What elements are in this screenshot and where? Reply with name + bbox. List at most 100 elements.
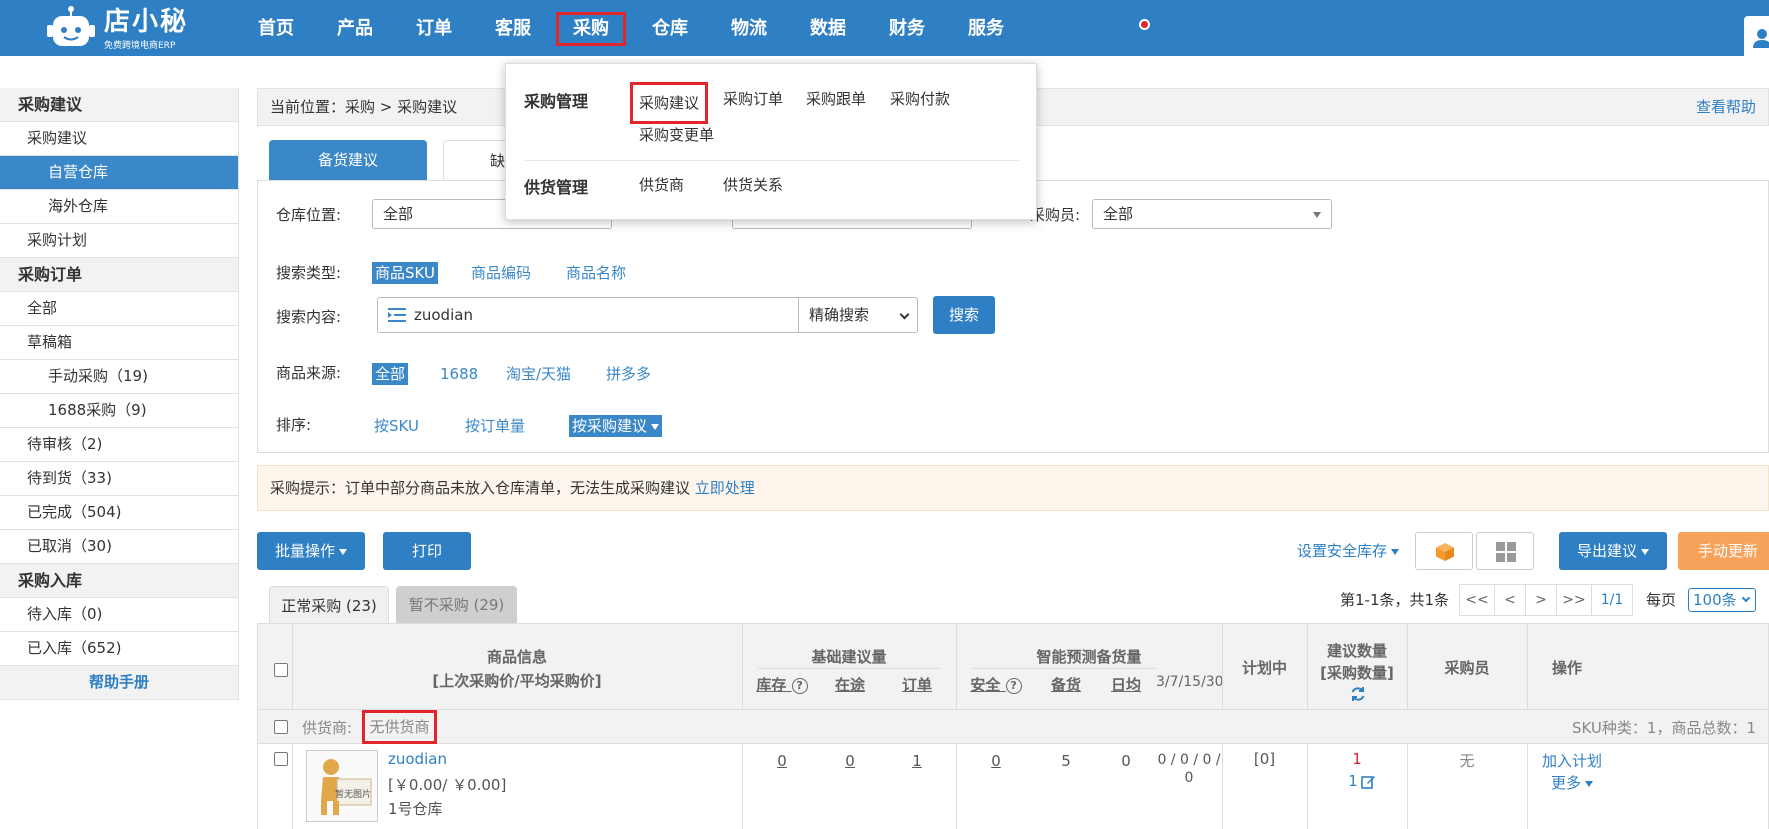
- per-page-label: 每页: [1646, 591, 1677, 609]
- export-suggestion-button[interactable]: 导出建议: [1559, 532, 1667, 570]
- sidebar-item-drafts[interactable]: 草稿箱: [0, 326, 239, 360]
- box-icon: [1436, 543, 1454, 561]
- nav-logistics[interactable]: 物流: [727, 12, 771, 46]
- help-manual-link[interactable]: 帮助手册: [0, 666, 239, 700]
- more-actions-link[interactable]: 更多: [1527, 772, 1617, 793]
- sort-by-sku[interactable]: 按SKU: [374, 415, 419, 437]
- first-page-button[interactable]: <<: [1459, 584, 1495, 616]
- product-name-link[interactable]: zuodian: [388, 750, 447, 768]
- sidebar-item-manual-purchase[interactable]: 手动采购（19): [0, 360, 239, 394]
- source-pinduoduo[interactable]: 拼多多: [606, 363, 651, 385]
- dropdown-link-purchase-payment[interactable]: 采购付款: [890, 88, 950, 109]
- source-1688[interactable]: 1688: [440, 363, 478, 385]
- nav-product[interactable]: 产品: [333, 12, 377, 46]
- caret-down-icon: [651, 423, 660, 430]
- sidebar-item-awaiting-arrival[interactable]: 待到货（33): [0, 462, 239, 496]
- warehouse-label: 仓库位置:: [276, 206, 342, 224]
- search-input[interactable]: zuodian 精确搜索: [377, 297, 918, 333]
- sort-by-order-qty[interactable]: 按订单量: [465, 415, 525, 437]
- prev-page-button[interactable]: <: [1494, 584, 1526, 616]
- chevron-down-icon: [1741, 593, 1751, 603]
- batch-action-button[interactable]: 批量操作: [257, 532, 365, 570]
- cell-stock[interactable]: 0: [742, 752, 822, 770]
- product-thumbnail[interactable]: 暂无图片: [306, 750, 378, 822]
- cell-planning: [0]: [1253, 750, 1276, 768]
- sidebar-item-inbound-done[interactable]: 已入库（652): [0, 632, 239, 666]
- add-to-plan-link[interactable]: 加入计划: [1527, 750, 1617, 771]
- manual-update-button[interactable]: 手动更新: [1678, 532, 1769, 570]
- nav-order[interactable]: 订单: [412, 12, 456, 46]
- header-safety: 安全 ?: [956, 674, 1036, 695]
- caret-down-icon: [1585, 780, 1593, 787]
- dropdown-link-supplier[interactable]: 供货商: [639, 174, 684, 195]
- sidebar-item-1688-purchase[interactable]: 1688采购（9): [0, 394, 239, 428]
- search-mode-value: 精确搜索: [809, 306, 870, 324]
- last-page-button[interactable]: >>: [1556, 584, 1592, 616]
- sidebar-item-overseas-warehouse[interactable]: 海外仓库: [0, 190, 239, 224]
- tab-paused-purchase[interactable]: 暂不采购 (29): [396, 586, 517, 624]
- cell-safety[interactable]: 0: [956, 752, 1036, 770]
- search-type-sku[interactable]: 商品SKU: [372, 262, 438, 284]
- logo[interactable]: 店小秘 免费跨境电商ERP: [46, 2, 186, 52]
- next-page-button[interactable]: >: [1525, 584, 1557, 616]
- cell-periods-line2: 0: [1184, 770, 1194, 786]
- supplier-group-row: 供货商: 无供货商 SKU种类：1，商品总数：1: [257, 710, 1769, 744]
- view-help-link[interactable]: 查看帮助: [1696, 89, 1756, 125]
- nav-finance[interactable]: 财务: [885, 12, 929, 46]
- buyer-select[interactable]: 全部: [1092, 199, 1332, 229]
- caret-down-icon: [1391, 548, 1400, 555]
- table-header: 商品信息 [上次采购价/平均采购价] 基础建议量 库存 ? 在途 订单 智能预测…: [257, 623, 1769, 711]
- search-mode-select[interactable]: 精确搜索: [798, 298, 918, 332]
- dropdown-link-purchase-tracking[interactable]: 采购跟单: [806, 88, 866, 109]
- sidebar-item-cancelled[interactable]: 已取消（30): [0, 530, 239, 564]
- print-button[interactable]: 打印: [383, 532, 471, 570]
- dropdown-link-purchase-suggestion[interactable]: 采购建议: [630, 82, 709, 124]
- sidebar-item-pending-inbound[interactable]: 待入库（0): [0, 598, 239, 632]
- header-in-transit: 在途: [834, 676, 865, 694]
- nav-home[interactable]: 首页: [254, 12, 298, 46]
- export-suggestion-label: 导出建议: [1576, 542, 1637, 560]
- product-price: [￥0.00/ ￥0.00]: [388, 776, 507, 794]
- table-row: 暂无图片 zuodian [￥0.00/ ￥0.00] 1号仓库 0 0 1 0…: [257, 744, 1769, 829]
- dropdown-link-purchase-order[interactable]: 采购订单: [723, 88, 783, 109]
- sidebar-item-pending-review[interactable]: 待审核（2): [0, 428, 239, 462]
- nav-customer-service[interactable]: 客服: [491, 12, 535, 46]
- sidebar-item-own-warehouse[interactable]: 自营仓库: [0, 156, 239, 190]
- nav-warehouse[interactable]: 仓库: [648, 12, 692, 46]
- set-safety-stock-link[interactable]: 设置安全库存: [1297, 540, 1400, 561]
- nav-service[interactable]: 服务: [964, 12, 1008, 46]
- search-type-code[interactable]: 商品编码: [471, 262, 531, 284]
- grid-view-button[interactable]: [1476, 532, 1534, 570]
- edit-icon[interactable]: [1361, 774, 1376, 789]
- product-warehouse: 1号仓库: [388, 800, 443, 818]
- cell-order[interactable]: 1: [878, 752, 956, 770]
- sidebar-item-completed[interactable]: 已完成（504): [0, 496, 239, 530]
- user-menu[interactable]: [1744, 16, 1769, 60]
- sort-by-suggestion[interactable]: 按采购建议: [569, 415, 663, 437]
- page-indicator: 1/1: [1591, 584, 1633, 616]
- cell-in-transit[interactable]: 0: [822, 752, 878, 770]
- source-all[interactable]: 全部: [372, 363, 409, 385]
- supplier-group-checkbox[interactable]: [274, 720, 288, 734]
- dropdown-link-purchase-change-order[interactable]: 采购变更单: [639, 124, 714, 145]
- tab-stock-suggestion[interactable]: 备货建议: [269, 140, 427, 181]
- search-button[interactable]: 搜索: [933, 296, 995, 334]
- refresh-icon[interactable]: [1350, 686, 1366, 702]
- box-view-button[interactable]: [1415, 532, 1473, 570]
- chevron-down-icon: [899, 309, 910, 320]
- handle-now-link[interactable]: 立即处理: [695, 479, 755, 497]
- search-type-name[interactable]: 商品名称: [566, 262, 626, 284]
- sidebar-item-purchase-suggestion[interactable]: 采购建议: [0, 122, 239, 156]
- select-all-checkbox[interactable]: [274, 663, 288, 677]
- buyer-select-value: 全部: [1103, 205, 1134, 223]
- sidebar-item-all[interactable]: 全部: [0, 292, 239, 326]
- source-taobao-tmall[interactable]: 淘宝/天猫: [506, 363, 571, 385]
- header-group-divider: [972, 668, 1156, 669]
- nav-purchase[interactable]: 采购: [556, 12, 626, 46]
- sidebar-item-purchase-plan[interactable]: 采购计划: [0, 224, 239, 258]
- dropdown-link-supply-relation[interactable]: 供货关系: [723, 174, 783, 195]
- per-page-select[interactable]: 100条: [1688, 588, 1756, 612]
- tab-normal-purchase[interactable]: 正常采购 (23): [269, 586, 389, 624]
- nav-data[interactable]: 数据: [806, 12, 850, 46]
- row-checkbox[interactable]: [274, 752, 288, 766]
